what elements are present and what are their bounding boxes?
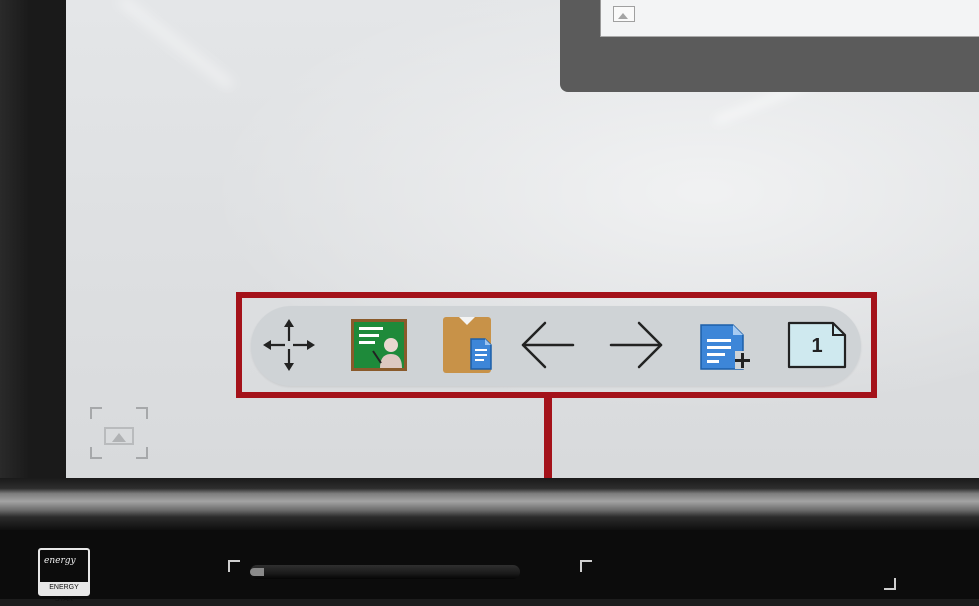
floating-window[interactable] [560,0,979,92]
frame-corner [136,447,148,459]
screen-capture-icon[interactable] [90,407,148,459]
frame-corner [90,407,102,419]
tray-corner-mark [228,560,240,572]
tray-corner-mark [580,560,592,572]
whiteboard-screen[interactable] [66,0,979,478]
energy-star-badge: energy ENERGY STAR [38,548,90,603]
energy-logo-script: energy [44,556,76,566]
tray-corner-mark [884,578,896,590]
screen-glare [118,0,234,89]
pen-tip [250,568,264,576]
image-icon[interactable] [613,6,635,22]
frame-corner [136,407,148,419]
mountain-image-icon [104,427,134,445]
bezel-trim [0,478,979,530]
frame-corner [90,447,102,459]
energy-star-label: ENERGY STAR [40,582,88,603]
floating-window-content [600,0,979,37]
highlight-box [236,292,877,398]
stylus-pen[interactable] [250,565,520,579]
